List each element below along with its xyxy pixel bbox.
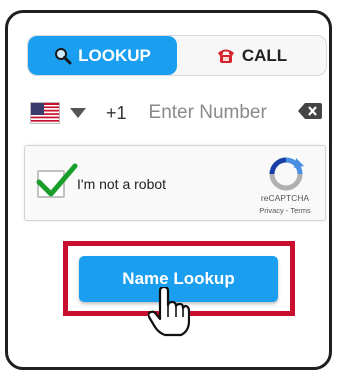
recaptcha-brand: reCAPTCHA [260,193,310,203]
tab-bar: LOOKUP CALL [27,35,327,76]
backspace-icon[interactable] [286,102,322,124]
us-flag-icon[interactable] [30,102,60,124]
country-code: +1 [106,102,127,123]
recaptcha-widget: I'm not a robot reCAPTCHA Privacy - Term… [24,145,326,221]
recaptcha-logo-icon [269,157,304,191]
tab-call-label: CALL [241,45,288,65]
magnifier-icon [54,47,72,65]
privacy-terms-link[interactable]: Privacy - Terms [253,206,317,215]
telephone-icon [216,47,236,65]
checkmark-icon [36,163,78,197]
tab-lookup-label: LOOKUP [78,45,151,65]
tab-lookup[interactable]: LOOKUP [28,36,177,75]
phone-number-input[interactable] [146,101,286,125]
tab-call[interactable]: CALL [177,36,326,75]
country-dropdown-caret-icon[interactable] [70,108,86,118]
pointer-hand-cursor-icon [148,287,190,337]
captcha-label: I'm not a robot [77,176,167,192]
phone-input-row: +1 [30,98,330,128]
